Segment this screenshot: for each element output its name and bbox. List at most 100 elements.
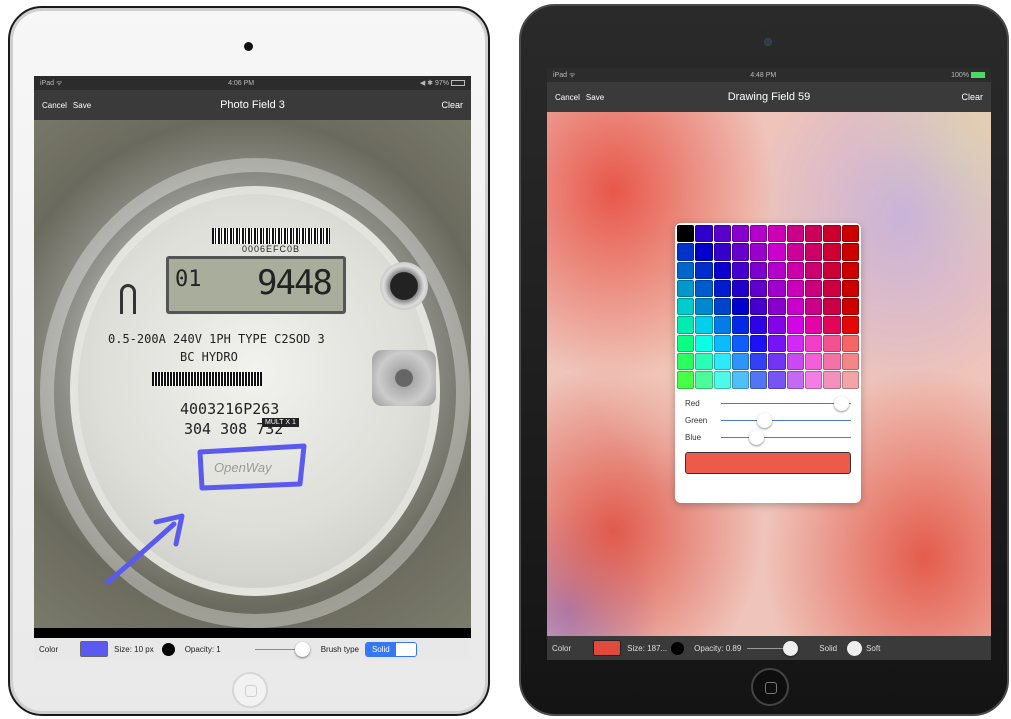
color-swatch-button[interactable] <box>80 641 109 657</box>
color-swatch-cell[interactable] <box>695 243 713 261</box>
color-swatch-cell[interactable] <box>695 316 713 334</box>
color-swatch-cell[interactable] <box>713 371 731 389</box>
color-swatch-cell[interactable] <box>786 353 805 371</box>
opacity-slider[interactable] <box>747 640 799 656</box>
color-swatch-cell[interactable] <box>731 243 750 261</box>
color-swatch-cell[interactable] <box>841 225 859 243</box>
brush-type-soft-option[interactable] <box>395 642 416 656</box>
color-swatch-cell[interactable] <box>823 243 841 261</box>
color-swatch-cell[interactable] <box>750 334 768 353</box>
color-swatch-cell[interactable] <box>750 225 768 243</box>
color-swatch-cell[interactable] <box>750 243 768 261</box>
color-swatch-cell[interactable] <box>805 371 823 389</box>
color-swatch-cell[interactable] <box>805 353 823 371</box>
color-swatch-cell[interactable] <box>731 225 750 243</box>
color-swatch-cell[interactable] <box>677 334 695 353</box>
color-swatch-cell[interactable] <box>677 371 695 389</box>
color-swatch-cell[interactable] <box>823 225 841 243</box>
color-swatch-cell[interactable] <box>731 261 750 279</box>
color-swatch-cell[interactable] <box>750 261 768 279</box>
clear-button[interactable]: Clear <box>961 92 983 102</box>
brush-type-solid-option[interactable]: Solid <box>365 642 396 656</box>
color-swatch-cell[interactable] <box>731 298 750 316</box>
color-swatch-cell[interactable] <box>713 334 731 353</box>
color-swatch-cell[interactable] <box>786 279 805 298</box>
color-swatch-cell[interactable] <box>750 353 768 371</box>
color-swatch-cell[interactable] <box>695 225 713 243</box>
color-swatch-cell[interactable] <box>750 279 768 298</box>
color-swatch-cell[interactable] <box>713 353 731 371</box>
opacity-slider[interactable] <box>254 641 310 657</box>
color-swatch-cell[interactable] <box>677 353 695 371</box>
color-swatch-cell[interactable] <box>695 298 713 316</box>
color-swatch-cell[interactable] <box>695 371 713 389</box>
brush-type-segmented-control[interactable]: Solid <box>364 641 417 657</box>
color-swatch-cell[interactable] <box>731 279 750 298</box>
color-swatch-cell[interactable] <box>677 243 695 261</box>
color-swatch-cell[interactable] <box>805 243 823 261</box>
color-swatch-cell[interactable] <box>677 261 695 279</box>
color-swatch-cell[interactable] <box>768 225 786 243</box>
color-swatch-cell[interactable] <box>823 298 841 316</box>
color-swatch-cell[interactable] <box>805 298 823 316</box>
color-swatch-cell[interactable] <box>768 334 786 353</box>
color-swatch-cell[interactable] <box>750 298 768 316</box>
color-swatch-cell[interactable] <box>695 279 713 298</box>
color-swatch-cell[interactable] <box>768 316 786 334</box>
color-swatch-cell[interactable] <box>768 298 786 316</box>
color-swatch-cell[interactable] <box>805 316 823 334</box>
color-swatch-cell[interactable] <box>841 334 859 353</box>
color-swatch-cell[interactable] <box>713 261 731 279</box>
color-swatch-cell[interactable] <box>695 334 713 353</box>
green-slider[interactable] <box>721 412 851 428</box>
color-swatch-cell[interactable] <box>786 261 805 279</box>
color-swatch-cell[interactable] <box>786 316 805 334</box>
color-swatch-cell[interactable] <box>677 279 695 298</box>
color-swatch-cell[interactable] <box>805 334 823 353</box>
color-swatch-cell[interactable] <box>695 261 713 279</box>
color-swatch-cell[interactable] <box>841 353 859 371</box>
color-swatch-cell[interactable] <box>768 261 786 279</box>
color-swatch-cell[interactable] <box>677 298 695 316</box>
color-swatch-cell[interactable] <box>713 279 731 298</box>
color-swatch-cell[interactable] <box>768 279 786 298</box>
color-swatch-cell[interactable] <box>786 225 805 243</box>
color-swatch-cell[interactable] <box>786 334 805 353</box>
color-swatch-cell[interactable] <box>713 225 731 243</box>
brush-size-preview-icon[interactable] <box>161 642 175 656</box>
blue-slider[interactable] <box>721 429 851 445</box>
color-swatch-cell[interactable] <box>695 353 713 371</box>
save-button[interactable]: Save <box>586 93 604 102</box>
color-swatch-button[interactable] <box>593 640 622 656</box>
save-button[interactable]: Save <box>73 101 91 110</box>
color-swatch-cell[interactable] <box>750 316 768 334</box>
color-swatch-cell[interactable] <box>786 243 805 261</box>
color-swatch-cell[interactable] <box>731 371 750 389</box>
color-swatch-cell[interactable] <box>841 298 859 316</box>
cancel-button[interactable]: Cancel <box>555 93 580 102</box>
solid-brush-label[interactable]: Solid <box>819 644 837 653</box>
meter-photo-canvas[interactable]: 0006EFC0B 01 9448 0.5-200A 240V 1PH TYPE… <box>34 120 471 628</box>
color-swatch-cell[interactable] <box>768 371 786 389</box>
color-swatch-cell[interactable] <box>841 279 859 298</box>
soft-brush-radio[interactable] <box>847 640 863 656</box>
color-swatch-cell[interactable] <box>823 261 841 279</box>
color-swatch-cell[interactable] <box>841 316 859 334</box>
soft-brush-label[interactable]: Soft <box>866 644 880 653</box>
red-slider-knob[interactable] <box>833 395 849 411</box>
opacity-slider-knob[interactable] <box>294 641 310 657</box>
home-button[interactable] <box>751 668 789 706</box>
color-swatch-cell[interactable] <box>823 279 841 298</box>
color-swatch-cell[interactable] <box>768 243 786 261</box>
color-swatch-cell[interactable] <box>823 371 841 389</box>
color-swatch-cell[interactable] <box>677 225 695 243</box>
color-swatch-cell[interactable] <box>731 316 750 334</box>
brush-size-preview-icon[interactable] <box>671 641 685 655</box>
blue-slider-knob[interactable] <box>749 429 765 445</box>
home-button[interactable] <box>232 672 268 708</box>
color-swatch-cell[interactable] <box>805 225 823 243</box>
color-swatch-cell[interactable] <box>713 316 731 334</box>
color-swatch-cell[interactable] <box>805 261 823 279</box>
color-swatch-cell[interactable] <box>713 243 731 261</box>
color-swatch-cell[interactable] <box>823 334 841 353</box>
